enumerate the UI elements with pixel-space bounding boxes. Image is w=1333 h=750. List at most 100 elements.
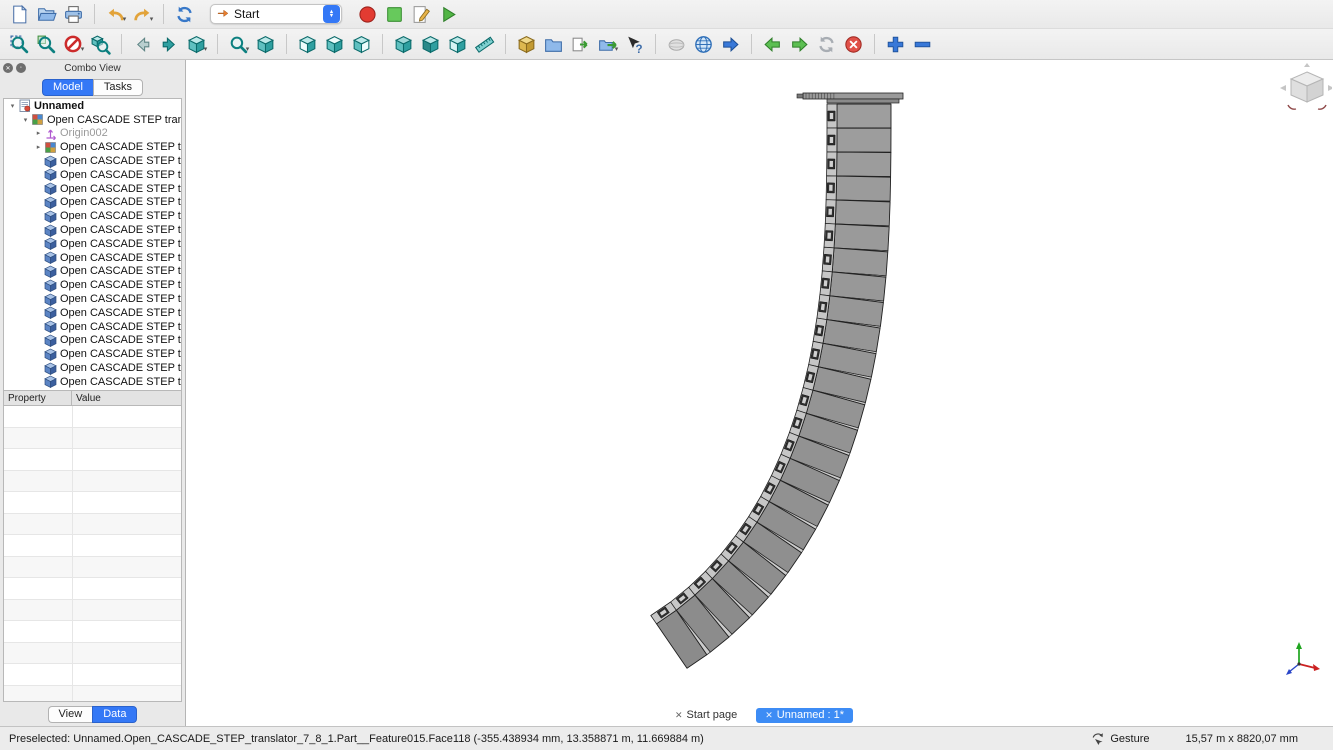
cube-front-icon: [297, 34, 318, 55]
browser-refresh-button[interactable]: [813, 31, 840, 57]
draw-style-button[interactable]: ▾: [60, 31, 87, 57]
box-element-selection-button[interactable]: [87, 31, 114, 57]
folder-button[interactable]: [540, 31, 567, 57]
undo-button[interactable]: ▾: [102, 1, 129, 27]
redo-button[interactable]: ▾: [129, 1, 156, 27]
tree-item[interactable]: Open CASCADE STEP translator: [4, 306, 181, 320]
tab-model[interactable]: Model: [42, 79, 93, 96]
view-axonometric-button[interactable]: [252, 31, 279, 57]
expander-icon[interactable]: ▸: [33, 143, 44, 151]
dropdown-chevron-icon[interactable]: ▾: [150, 15, 154, 27]
tree-item[interactable]: Open CASCADE STEP translator: [4, 361, 181, 375]
browser-back-button[interactable]: [759, 31, 786, 57]
tree-item[interactable]: Open CASCADE STEP translator: [4, 154, 181, 168]
tree-item[interactable]: Open CASCADE STEP translator: [4, 375, 181, 389]
tree-item[interactable]: ▸Open CASCADE STEP translator: [4, 140, 181, 154]
tree-item[interactable]: Open CASCADE STEP translator: [4, 223, 181, 237]
dropdown-chevron-icon[interactable]: ▾: [81, 45, 85, 57]
measure-button[interactable]: [471, 31, 498, 57]
part-icon: [44, 168, 57, 181]
close-tab-icon[interactable]: ✕: [765, 710, 773, 721]
tree-item[interactable]: Open CASCADE STEP translator: [4, 292, 181, 306]
tree-item-label: Open CASCADE STEP translator: [60, 362, 181, 374]
nav-forward-icon: [789, 34, 810, 55]
panel-close-button[interactable]: ✕: [3, 63, 13, 73]
open-document-button[interactable]: [33, 1, 60, 27]
tree-item[interactable]: Open CASCADE STEP translator: [4, 196, 181, 210]
tree-item[interactable]: Open CASCADE STEP translator: [4, 334, 181, 348]
tab-data[interactable]: Data: [92, 706, 137, 723]
zoom-in-button[interactable]: [882, 31, 909, 57]
zoom-out-button[interactable]: [909, 31, 936, 57]
tree-item[interactable]: Open CASCADE STEP translator: [4, 320, 181, 334]
panel-float-button[interactable]: ◦: [16, 63, 26, 73]
web-browser-button[interactable]: [690, 31, 717, 57]
tree-item[interactable]: Open CASCADE STEP translator: [4, 168, 181, 182]
toolbar-separator: [655, 34, 656, 54]
tree-item[interactable]: ▸Origin002: [4, 127, 181, 141]
tab-tasks[interactable]: Tasks: [93, 79, 143, 96]
whats-this-button[interactable]: ?: [621, 31, 648, 57]
tree-item-label: Open CASCADE STEP translator: [60, 224, 181, 236]
3d-viewport[interactable]: [186, 60, 1332, 726]
dropdown-chevron-icon[interactable]: ▾: [615, 45, 619, 57]
view-right-button[interactable]: [348, 31, 375, 57]
speaker-array-model[interactable]: [651, 93, 903, 668]
tree-item[interactable]: Open CASCADE STEP translator: [4, 265, 181, 279]
browser-stop-button[interactable]: [840, 31, 867, 57]
dropdown-chevron-icon[interactable]: ▾: [123, 15, 127, 27]
expander-icon[interactable]: ▾: [7, 102, 18, 110]
expander-icon[interactable]: ▾: [20, 116, 31, 124]
refresh-document-button[interactable]: [171, 1, 198, 27]
fit-all-button[interactable]: [6, 31, 33, 57]
workbench-selector[interactable]: Start▲▼: [210, 4, 342, 24]
tab-view[interactable]: View: [48, 706, 93, 723]
navigation-style-selector[interactable]: Gesture: [1091, 732, 1149, 746]
tree-item[interactable]: Open CASCADE STEP translator: [4, 347, 181, 361]
toolbar-separator: [382, 34, 383, 54]
document-tab[interactable]: ✕Unnamed : 1*: [756, 708, 853, 723]
open-link-button[interactable]: [717, 31, 744, 57]
zoom-tools-button[interactable]: ▾: [225, 31, 252, 57]
close-tab-icon[interactable]: ✕: [675, 710, 683, 721]
tree-item[interactable]: Open CASCADE STEP translator: [4, 237, 181, 251]
export-alt-button[interactable]: ▾: [594, 31, 621, 57]
tree-item[interactable]: Open CASCADE STEP translator: [4, 278, 181, 292]
export-button[interactable]: [567, 31, 594, 57]
box-primitive-button[interactable]: [513, 31, 540, 57]
tree-item[interactable]: Open CASCADE STEP translator: [4, 251, 181, 265]
macro-stop-icon: [384, 4, 405, 25]
print-button[interactable]: [60, 1, 87, 27]
view-back-button[interactable]: [129, 31, 156, 57]
tree-item[interactable]: Open CASCADE STEP translator: [4, 182, 181, 196]
view-left-button[interactable]: [444, 31, 471, 57]
fit-selection-button[interactable]: [33, 31, 60, 57]
3d-view-area[interactable]: ✕Start page ✕Unnamed : 1*: [186, 60, 1333, 726]
workbench-stepper-icon[interactable]: ▲▼: [323, 5, 340, 23]
macro-play-button[interactable]: [435, 1, 462, 27]
view-front-button[interactable]: [294, 31, 321, 57]
macro-edit-button[interactable]: [408, 1, 435, 27]
dropdown-chevron-icon[interactable]: ▾: [204, 45, 208, 57]
view-bottom-button[interactable]: [417, 31, 444, 57]
document-tab-bar: ✕Start page ✕Unnamed : 1*: [186, 708, 1333, 723]
new-document-button[interactable]: [6, 1, 33, 27]
expander-icon[interactable]: ▸: [33, 129, 44, 137]
view-forward-button[interactable]: [156, 31, 183, 57]
tree-item[interactable]: ▾Open CASCADE STEP translator: [4, 113, 181, 127]
document-tab[interactable]: ✕Start page: [666, 708, 746, 723]
view-home-button[interactable]: ▾: [183, 31, 210, 57]
model-tree[interactable]: ▾Unnamed▾Open CASCADE STEP translator▸Or…: [3, 98, 182, 391]
view-top-button[interactable]: [321, 31, 348, 57]
tree-item[interactable]: ▾Unnamed: [4, 99, 181, 113]
browser-forward-button[interactable]: [786, 31, 813, 57]
navigation-cube[interactable]: [1280, 63, 1332, 109]
macro-stop-button[interactable]: [381, 1, 408, 27]
view-rear-button[interactable]: [390, 31, 417, 57]
tree-item[interactable]: Open CASCADE STEP translator: [4, 209, 181, 223]
dropdown-chevron-icon[interactable]: ▾: [246, 45, 250, 57]
spaceball-button[interactable]: [663, 31, 690, 57]
tree-item-label: Open CASCADE STEP translator: [60, 265, 181, 277]
box-select-icon: [90, 34, 111, 55]
macro-record-button[interactable]: [354, 1, 381, 27]
